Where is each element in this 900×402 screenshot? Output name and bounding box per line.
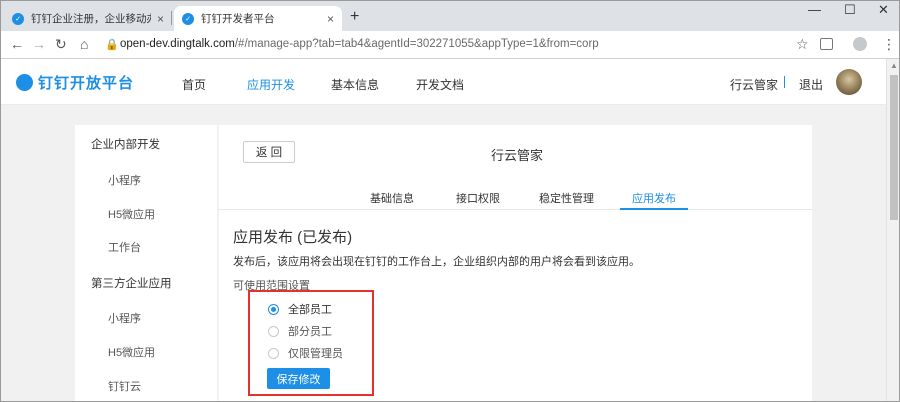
nav-home[interactable]: 首页	[182, 76, 206, 93]
nav-basic-info[interactable]: 基本信息	[331, 76, 379, 93]
sidebar-item-internal-h5[interactable]: H5微应用	[108, 206, 155, 222]
radio-checked-icon[interactable]	[268, 303, 279, 315]
site-header: 钉钉开放平台 首页 应用开发 基本信息 开发文档 行云管家 退出	[0, 59, 886, 105]
minimize-icon[interactable]: —	[808, 2, 821, 17]
scrollbar-thumb[interactable]	[890, 75, 898, 220]
browser-tab-developer-platform[interactable]: ✓ 钉钉开发者平台 ×	[174, 6, 342, 31]
sidebar-item-workbench[interactable]: 工作台	[108, 239, 141, 255]
app-tabs: 基础信息 接口权限 稳定性管理 应用发布	[219, 185, 812, 210]
address-bar[interactable]: open-dev.dingtalk.com/#/manage-app?tab=t…	[120, 38, 599, 50]
radio-some-staff[interactable]: 部分员工	[268, 323, 332, 339]
dingtalk-logo-icon	[16, 74, 33, 91]
header-divider	[784, 76, 785, 88]
radio-label: 全部员工	[288, 304, 332, 316]
bookmark-star-icon[interactable]: ☆	[796, 36, 809, 53]
user-name[interactable]: 行云管家	[730, 76, 778, 93]
radio-admins-only[interactable]: 仅限管理员	[268, 345, 343, 361]
maximize-icon[interactable]: ☐	[844, 2, 856, 18]
dingtalk-favicon-icon: ✓	[182, 12, 194, 25]
radio-unchecked-icon[interactable]	[268, 347, 279, 359]
site-logo[interactable]: 钉钉开放平台	[16, 72, 134, 93]
tab-basic-info[interactable]: 基础信息	[370, 190, 414, 206]
reload-icon[interactable]: ↻	[55, 36, 67, 53]
sidebar-item-third-miniapp[interactable]: 小程序	[108, 310, 141, 326]
section-description: 发布后，该应用将会出现在钉钉的工作台上，企业组织内部的用户将会看到该应用。	[233, 256, 640, 268]
sidebar-item-dingtalk-cloud[interactable]: 钉钉云	[108, 378, 141, 394]
close-tab-icon[interactable]: ×	[327, 12, 334, 26]
page-scrollbar[interactable]: ▲	[886, 59, 900, 402]
sidebar-group-third-party: 第三方企业应用	[91, 278, 172, 290]
avatar[interactable]	[836, 69, 862, 95]
app-title: 行云管家	[491, 148, 544, 163]
tab-stability[interactable]: 稳定性管理	[539, 190, 594, 206]
tab-api-permissions[interactable]: 接口权限	[456, 190, 500, 206]
save-button[interactable]: 保存修改	[267, 368, 330, 389]
logo-text: 钉钉开放平台	[38, 75, 135, 92]
sidebar-group-internal: 企业内部开发	[91, 139, 160, 151]
browser-tab-bar: ✓ 钉钉企业注册，企业移动办公，… × ✓ 钉钉开发者平台 × + — ☐ ✕	[0, 0, 900, 31]
radio-unchecked-icon[interactable]	[268, 325, 279, 337]
close-tab-icon[interactable]: ×	[157, 12, 164, 26]
browser-tab-title: 钉钉企业注册，企业移动办公，…	[31, 13, 151, 25]
browser-profile-icon[interactable]	[853, 37, 867, 51]
nav-docs[interactable]: 开发文档	[416, 76, 464, 93]
browser-menu-icon[interactable]: ⋮	[882, 36, 896, 53]
browser-tab-dingtalk-register[interactable]: ✓ 钉钉企业注册，企业移动办公，… ×	[4, 6, 172, 31]
sidebar-item-third-h5[interactable]: H5微应用	[108, 344, 155, 360]
section-title: 应用发布 (已发布)	[233, 229, 353, 246]
radio-label: 部分员工	[288, 326, 332, 338]
sidebar-item-internal-miniapp[interactable]: 小程序	[108, 172, 141, 188]
radio-label: 仅限管理员	[288, 348, 343, 360]
logout-link[interactable]: 退出	[799, 76, 823, 93]
dingtalk-favicon-icon: ✓	[12, 12, 24, 25]
nav-app-dev[interactable]: 应用开发	[247, 76, 295, 93]
browser-tab-title: 钉钉开发者平台	[201, 13, 275, 25]
scroll-up-icon[interactable]: ▲	[890, 61, 898, 70]
active-tab-indicator	[620, 208, 688, 210]
radio-all-staff[interactable]: 全部员工	[268, 301, 332, 317]
back-arrow-icon[interactable]: ←	[10, 36, 24, 52]
browser-toolbar: ← → ↻ ⌂ 🔒 open-dev.dingtalk.com/#/manage…	[0, 31, 900, 59]
url-host: open-dev.dingtalk.com	[120, 38, 235, 50]
tab-app-publish[interactable]: 应用发布	[632, 190, 676, 206]
sidebar: 企业内部开发 小程序 H5微应用 工作台 第三方企业应用 小程序 H5微应用 钉…	[75, 125, 217, 402]
lock-icon[interactable]: 🔒	[105, 38, 119, 51]
window-close-icon[interactable]: ✕	[878, 2, 889, 18]
page: 钉钉开放平台 首页 应用开发 基本信息 开发文档 行云管家 退出 企业内部开发 …	[0, 59, 886, 402]
forward-arrow-icon[interactable]: →	[32, 36, 46, 52]
extension-icon[interactable]	[820, 38, 833, 50]
url-path: /#/manage-app?tab=tab4&agentId=302271055…	[234, 38, 599, 50]
back-button[interactable]: 返 回	[243, 141, 295, 163]
new-tab-button[interactable]: +	[350, 8, 359, 26]
home-icon[interactable]: ⌂	[80, 36, 88, 52]
